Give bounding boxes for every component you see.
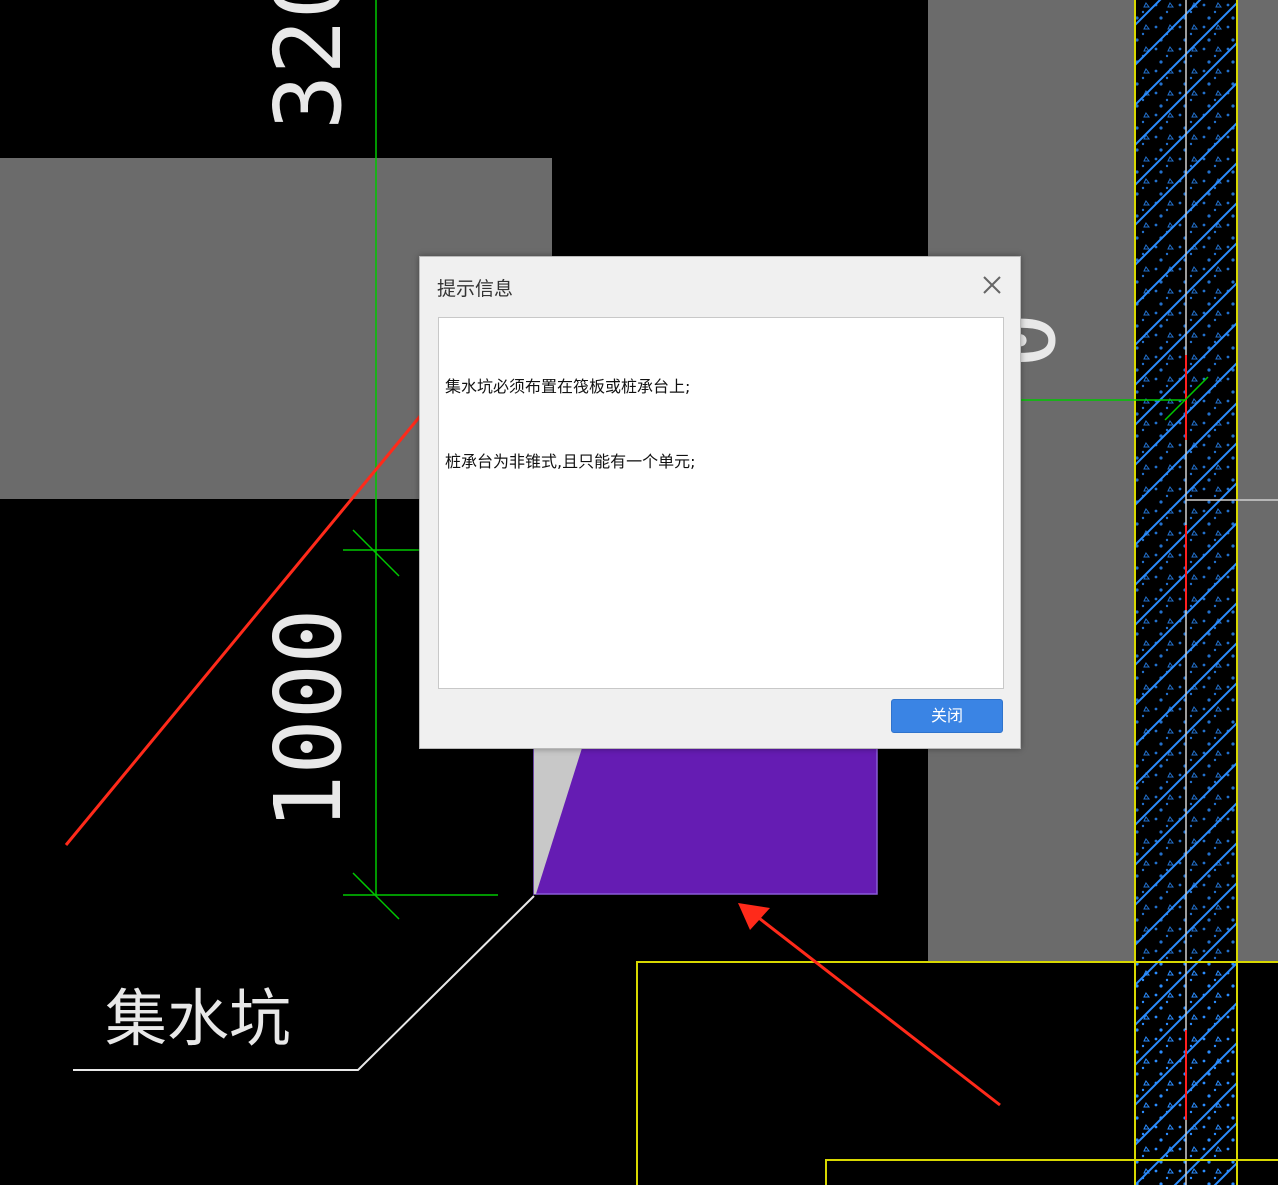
message-line: 集水坑必须布置在筏板或桩承台上; xyxy=(445,377,691,396)
sump-pit[interactable] xyxy=(533,747,878,895)
close-icon[interactable] xyxy=(978,271,1006,299)
dimension-text-320: 320 xyxy=(255,0,362,130)
info-dialog: 提示信息 集水坑必须布置在筏板或桩承台上; 桩承台为非锥式,且只能有一个单元; … xyxy=(419,256,1021,749)
dimension-text-1000: 1000 xyxy=(255,608,362,830)
dialog-title: 提示信息 xyxy=(437,278,514,300)
close-button[interactable]: 关闭 xyxy=(891,699,1003,733)
message-line: 桩承台为非锥式,且只能有一个单元; xyxy=(445,452,696,471)
message-textbox[interactable]: 集水坑必须布置在筏板或桩承台上; 桩承台为非锥式,且只能有一个单元; xyxy=(438,317,1004,689)
pit-label: 集水坑 xyxy=(105,982,291,1055)
